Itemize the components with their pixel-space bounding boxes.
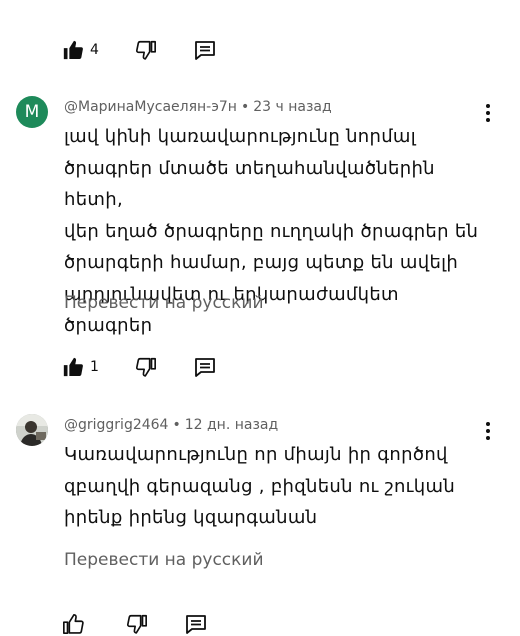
- like-button[interactable]: 1: [62, 356, 99, 378]
- comment-author[interactable]: @griggrig2464: [64, 417, 168, 433]
- comment-line: զբաղվի գերազանց , բիզնեսն ու շուկան: [64, 475, 456, 497]
- like-count: 4: [90, 42, 99, 58]
- thumbs-down-icon: [126, 614, 147, 634]
- reply-icon: [195, 41, 215, 60]
- thumbs-up-icon: [63, 40, 83, 60]
- translate-link[interactable]: Перевести на русский: [64, 293, 264, 313]
- avatar[interactable]: M: [16, 96, 48, 128]
- comment-line: իրենք իրենց կզարգանան: [64, 507, 318, 528]
- avatar[interactable]: [16, 414, 48, 446]
- comment-line: Կառավարությունը որ միայն իր գործով: [64, 444, 448, 465]
- kebab-menu-icon: [486, 422, 490, 426]
- reply-icon: [186, 615, 206, 634]
- like-button[interactable]: 4: [62, 39, 99, 61]
- comment-actions: [62, 612, 244, 636]
- comment-time[interactable]: 23 ч назад: [253, 99, 331, 115]
- comment-actions: 1: [62, 355, 253, 379]
- thumbs-down-icon: [135, 357, 156, 377]
- translate-link[interactable]: Перевести на русский: [64, 550, 264, 570]
- comment-meta: @МаринаМусаелян-э7н • 23 ч назад: [64, 99, 332, 115]
- comment-line: ծրագրեր մտածե տեղահանվածներին հետի,: [64, 157, 435, 211]
- reply-button[interactable]: [193, 355, 217, 379]
- reply-button[interactable]: [193, 38, 217, 62]
- comment-actions: 4: [62, 38, 253, 62]
- comment-line: լավ կինի կառավարությունը նորմալ: [64, 126, 416, 147]
- comment-text: Կառավարությունը որ միայն իր գործով զբաղվ…: [64, 439, 484, 534]
- reply-button[interactable]: [184, 612, 208, 636]
- dislike-button[interactable]: [126, 613, 148, 635]
- comment-meta: @griggrig2464 • 12 дн. назад: [64, 417, 279, 433]
- user-photo-icon: [16, 414, 48, 446]
- like-button[interactable]: [62, 613, 90, 635]
- reply-icon: [195, 358, 215, 377]
- comment-line: ծրարգերի համար, բայց պետք են ավելի: [64, 252, 459, 273]
- dislike-button[interactable]: [135, 39, 157, 61]
- thumbs-up-icon: [63, 357, 83, 377]
- comment-author[interactable]: @МаринаМусаелян-э7н: [64, 99, 237, 115]
- dislike-button[interactable]: [135, 356, 157, 378]
- comment-line: վեր եղած ծրագրերը ուղղակի ծրագրեր են: [64, 220, 479, 242]
- kebab-menu-icon: [486, 104, 490, 108]
- thumbs-up-icon: [63, 614, 84, 634]
- thumbs-down-icon: [135, 40, 156, 60]
- like-count: 1: [90, 359, 99, 375]
- comment-time[interactable]: 12 дн. назад: [185, 417, 278, 433]
